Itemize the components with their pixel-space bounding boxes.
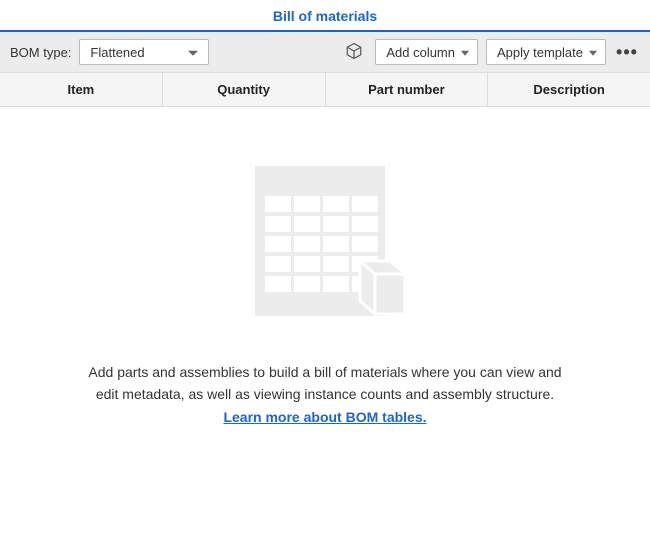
overflow-menu-button[interactable]: ••• <box>614 39 640 65</box>
apply-template-button[interactable]: Apply template <box>486 39 606 65</box>
bom-type-label: BOM type: <box>10 45 71 60</box>
cube-icon <box>345 42 363 63</box>
empty-state-message: Add parts and assemblies to build a bill… <box>85 361 565 428</box>
column-header-description[interactable]: Description <box>488 73 650 106</box>
add-column-button[interactable]: Add column <box>375 39 478 65</box>
empty-state: Add parts and assemblies to build a bill… <box>0 107 650 468</box>
panel-title: Bill of materials <box>273 8 377 24</box>
column-header-item[interactable]: Item <box>0 73 163 106</box>
table-column-headers: Item Quantity Part number Description <box>0 73 650 107</box>
bom-toolbar: BOM type: Flattened Add column Apply tem… <box>0 32 650 73</box>
empty-state-illustration <box>225 157 425 337</box>
bom-type-select[interactable]: Flattened <box>79 39 209 65</box>
ellipsis-icon: ••• <box>616 42 638 63</box>
add-column-label: Add column <box>386 45 455 60</box>
column-header-part-number[interactable]: Part number <box>326 73 489 106</box>
cube-icon-button[interactable] <box>341 39 367 65</box>
bom-table-icon <box>225 156 425 339</box>
apply-template-label: Apply template <box>497 45 583 60</box>
learn-more-link[interactable]: Learn more about BOM tables. <box>223 409 426 425</box>
empty-state-text: Add parts and assemblies to build a bill… <box>88 364 561 402</box>
panel-header-tab[interactable]: Bill of materials <box>0 0 650 32</box>
column-header-quantity[interactable]: Quantity <box>163 73 326 106</box>
bom-type-value: Flattened <box>90 45 144 60</box>
